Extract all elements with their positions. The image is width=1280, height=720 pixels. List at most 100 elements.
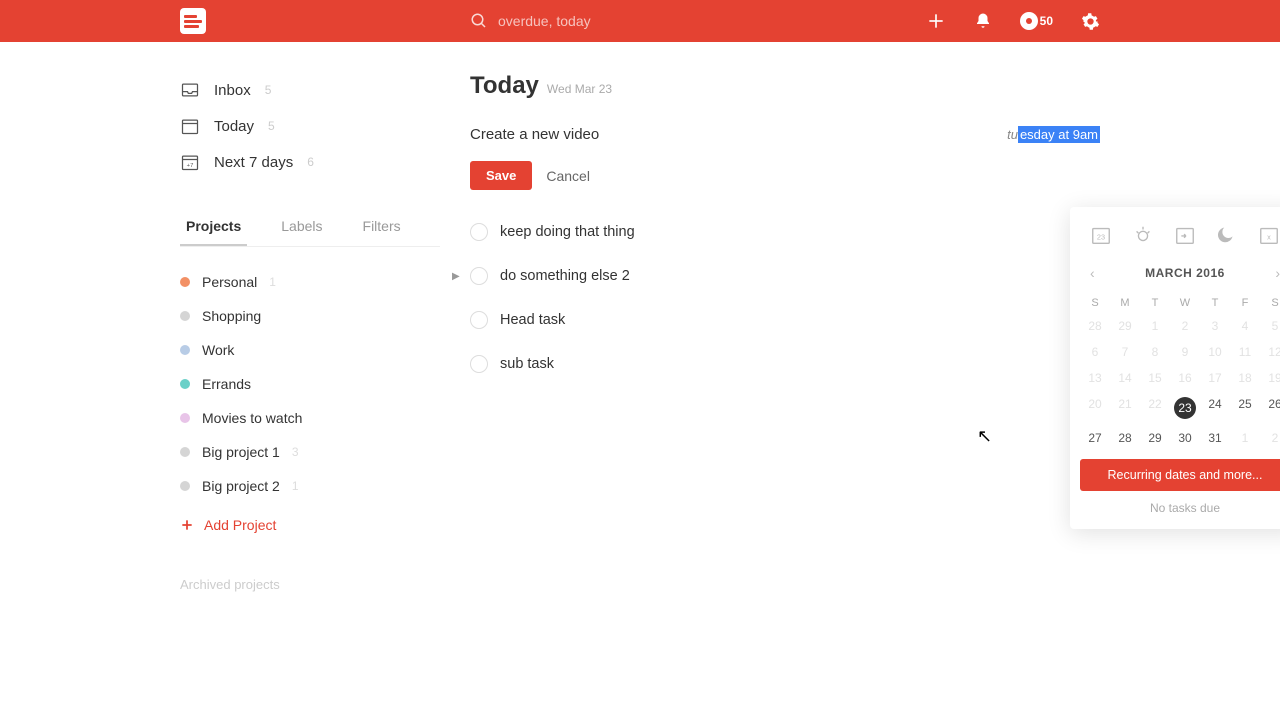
project-item[interactable]: Big project 13: [180, 435, 440, 469]
nav-icon: +7: [180, 152, 200, 172]
tab-projects[interactable]: Projects: [180, 208, 247, 246]
task-text: do something else 2: [500, 268, 630, 284]
nav-label: Today: [214, 118, 254, 135]
project-item[interactable]: Personal1: [180, 265, 440, 299]
calendar-day[interactable]: 31: [1200, 425, 1230, 451]
calendar-day[interactable]: 24: [1200, 391, 1230, 425]
nav-icon: [180, 116, 200, 136]
project-color-dot: [180, 277, 190, 287]
task-item[interactable]: keep doing that thing: [470, 210, 1100, 254]
project-color-dot: [180, 311, 190, 321]
calendar-day: 8: [1140, 339, 1170, 365]
calendar-day[interactable]: 30: [1170, 425, 1200, 451]
task-text: sub task: [500, 356, 554, 372]
svg-text:23: 23: [1097, 233, 1105, 242]
task-list: keep doing that thing▶do something else …: [470, 210, 1100, 386]
quick-someday-icon[interactable]: [1213, 223, 1241, 247]
calendar-day: 9: [1170, 339, 1200, 365]
calendar-day: 11: [1230, 339, 1260, 365]
nav-label: Next 7 days: [214, 154, 293, 171]
task-editor: Create a new video tuesday at 9am Save C…: [470, 122, 1100, 190]
tab-filters[interactable]: Filters: [357, 208, 407, 246]
task-input[interactable]: Create a new video: [470, 126, 599, 143]
sidebar-tabs: Projects Labels Filters: [180, 208, 440, 247]
quick-nextweek-icon[interactable]: [1171, 223, 1199, 247]
nav-item-next-7-days[interactable]: +7Next 7 days6: [180, 144, 440, 180]
calendar-dow: W: [1170, 293, 1200, 313]
nav-icon: [180, 80, 200, 100]
calendar-dow: M: [1110, 293, 1140, 313]
project-label: Movies to watch: [202, 410, 302, 426]
calendar-day: 2: [1260, 425, 1280, 451]
tab-labels[interactable]: Labels: [275, 208, 328, 246]
karma-count: 50: [1040, 14, 1053, 28]
app-logo[interactable]: [180, 8, 206, 34]
project-item[interactable]: Errands: [180, 367, 440, 401]
nav-item-inbox[interactable]: Inbox 5: [180, 72, 440, 108]
quick-nodate-icon[interactable]: x: [1255, 223, 1280, 247]
add-task-icon[interactable]: [926, 11, 946, 31]
recurring-dates-button[interactable]: Recurring dates and more...: [1080, 459, 1280, 491]
task-date-input[interactable]: tuesday at 9am: [1007, 127, 1100, 142]
settings-icon[interactable]: [1081, 12, 1100, 31]
nav-label: Inbox: [214, 82, 251, 99]
quick-tomorrow-icon[interactable]: [1129, 223, 1157, 247]
calendar-dow: S: [1260, 293, 1280, 313]
project-label: Big project 2: [202, 478, 280, 494]
calendar-day: 15: [1140, 365, 1170, 391]
calendar-day: 1: [1230, 425, 1260, 451]
notifications-icon[interactable]: [974, 12, 992, 30]
project-item[interactable]: Big project 21: [180, 469, 440, 503]
save-button[interactable]: Save: [470, 161, 532, 190]
calendar-day: 22: [1140, 391, 1170, 425]
task-checkbox[interactable]: [470, 223, 488, 241]
calendar-day: 21: [1110, 391, 1140, 425]
project-label: Shopping: [202, 308, 261, 324]
calendar-dow: F: [1230, 293, 1260, 313]
calendar-day: 18: [1230, 365, 1260, 391]
project-list: Personal1 Shopping WorkErrands Movies to wa…: [180, 265, 440, 503]
calendar-day: 1: [1140, 313, 1170, 339]
task-item[interactable]: sub task: [470, 342, 1100, 386]
calendar-day: 13: [1080, 365, 1110, 391]
calendar-dow: T: [1200, 293, 1230, 313]
calendar-day: 3: [1200, 313, 1230, 339]
calendar-day: 20: [1080, 391, 1110, 425]
calendar-day[interactable]: 27: [1080, 425, 1110, 451]
project-item[interactable]: Shopping: [180, 299, 440, 333]
calendar-day[interactable]: 26: [1260, 391, 1280, 425]
calendar-day: 2: [1170, 313, 1200, 339]
calendar-day[interactable]: 28: [1110, 425, 1140, 451]
project-item[interactable]: Work: [180, 333, 440, 367]
project-item[interactable]: Movies to watch: [180, 401, 440, 435]
svg-text:x: x: [1267, 233, 1271, 242]
nav-item-today[interactable]: Today5: [180, 108, 440, 144]
task-checkbox[interactable]: [470, 311, 488, 329]
calendar-day: 17: [1200, 365, 1230, 391]
quick-today-icon[interactable]: 23: [1087, 223, 1115, 247]
karma-points[interactable]: 50: [1020, 12, 1053, 30]
calendar-day: 5: [1260, 313, 1280, 339]
search-input[interactable]: [498, 13, 738, 29]
calendar-day[interactable]: 25: [1230, 391, 1260, 425]
calendar-day: 6: [1080, 339, 1110, 365]
archived-projects-link[interactable]: Archived projects: [180, 577, 440, 592]
calendar-dow: T: [1140, 293, 1170, 313]
calendar-day[interactable]: 23: [1170, 391, 1200, 425]
task-checkbox[interactable]: [470, 355, 488, 373]
prev-month-button[interactable]: ‹: [1084, 263, 1101, 283]
task-checkbox[interactable]: [470, 267, 488, 285]
no-tasks-due-label: No tasks due: [1080, 501, 1280, 515]
task-item[interactable]: ▶do something else 2: [470, 254, 1100, 298]
search-wrap: [470, 12, 738, 30]
task-item[interactable]: Head task: [470, 298, 1100, 342]
calendar-day[interactable]: 29: [1140, 425, 1170, 451]
project-color-dot: [180, 413, 190, 423]
collapse-icon[interactable]: ▶: [452, 271, 460, 282]
calendar-grid: SMTWTFS282912345678910111213141516171819…: [1080, 293, 1280, 451]
nav-count: 5: [265, 83, 272, 97]
add-project-button[interactable]: Add Project: [180, 503, 440, 547]
cancel-button[interactable]: Cancel: [546, 168, 590, 184]
next-month-button[interactable]: ›: [1269, 263, 1280, 283]
calendar-dow: S: [1080, 293, 1110, 313]
